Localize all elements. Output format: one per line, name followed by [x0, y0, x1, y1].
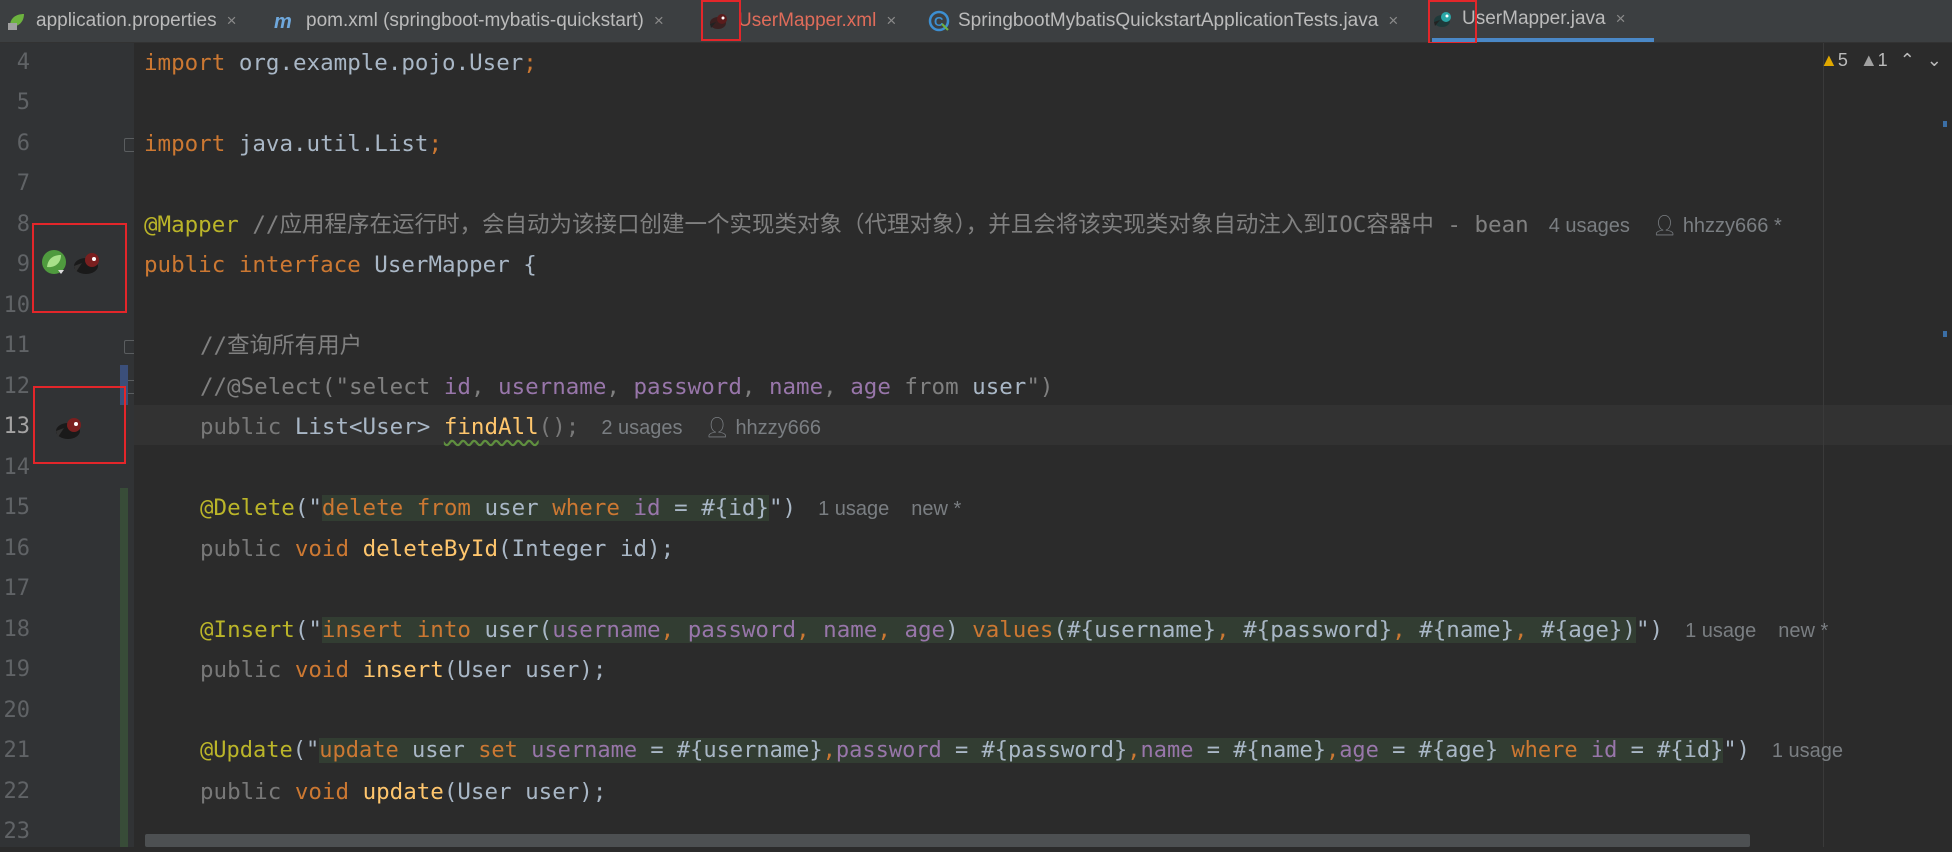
tab-application-properties[interactable]: application.properties × — [6, 0, 237, 42]
line-number: 21 — [3, 738, 31, 763]
code-line: @Insert("insert into user(username, pass… — [200, 617, 1829, 643]
scroll-marker — [1943, 331, 1947, 337]
line-number: 23 — [3, 819, 31, 844]
weak-warning-icon: ▲ — [1859, 50, 1878, 70]
line-number: 15 — [3, 495, 31, 520]
line-number: 12 — [3, 374, 31, 399]
spring-properties-icon — [6, 10, 28, 32]
line-number: 13 — [3, 414, 31, 439]
line-number: 8 — [16, 212, 30, 237]
line-number: 18 — [3, 617, 31, 642]
line-number: 11 — [3, 333, 31, 358]
line-number: 5 — [16, 90, 30, 115]
code-editor[interactable]: import org.example.pojo.User; import jav… — [134, 43, 1952, 847]
line-number: 19 — [3, 657, 31, 682]
horizontal-scrollbar[interactable] — [145, 834, 1750, 847]
tab-label: pom.xml (springboot-mybatis-quickstart) — [306, 10, 644, 31]
line-number: 17 — [3, 576, 31, 601]
close-icon[interactable]: × — [1388, 11, 1398, 31]
close-icon[interactable]: × — [1616, 9, 1626, 29]
tab-application-tests[interactable]: C SpringbootMybatisQuickstartApplication… — [928, 0, 1398, 42]
usages-hint[interactable]: 2 usages — [601, 417, 682, 439]
line-number: 10 — [3, 293, 31, 318]
line-number: 7 — [16, 171, 30, 196]
highlight-box — [32, 223, 127, 313]
code-line: //查询所有用户 — [200, 333, 363, 359]
svg-text:C: C — [934, 14, 944, 29]
editor-tab-bar: application.properties × m pom.xml (spri… — [0, 0, 1952, 43]
line-number: 6 — [16, 131, 30, 156]
tab-label: application.properties — [36, 10, 217, 31]
author-hint[interactable]: 👤︎ hhzzy666 — [704, 417, 821, 439]
code-line: //@Select("select id, username, password… — [200, 374, 1054, 400]
highlight-box — [1428, 0, 1477, 44]
tab-pom-xml[interactable]: m pom.xml (springboot-mybatis-quickstart… — [274, 0, 664, 42]
author-hint[interactable]: 👤︎ hhzzy666 * — [1652, 215, 1782, 237]
code-line: public void update(User user); — [200, 779, 607, 805]
method-name-findall[interactable]: findAll — [444, 414, 539, 440]
warning-count[interactable]: ▲5 — [1820, 50, 1848, 71]
line-number: 14 — [3, 455, 31, 480]
code-line: import org.example.pojo.User; — [144, 50, 537, 76]
highlight-box — [33, 386, 126, 464]
code-line: public void insert(User user); — [200, 657, 607, 683]
code-line: import java.util.List; — [144, 131, 443, 157]
tab-label: UserMapper.xml — [738, 10, 877, 31]
code-line: @Delete("delete from user where id = #{i… — [200, 495, 962, 521]
close-icon[interactable]: × — [886, 11, 896, 31]
usages-hint[interactable]: 4 usages — [1549, 215, 1630, 237]
code-line: @Update("update user set username = #{us… — [200, 738, 1844, 763]
java-test-class-icon: C — [928, 10, 950, 32]
code-line: public void deleteById(Integer id); — [200, 536, 675, 562]
line-number: 16 — [3, 536, 31, 561]
user-icon: 👤︎ — [704, 417, 730, 439]
code-line: public interface UserMapper { — [144, 252, 537, 278]
vcs-status-hint[interactable]: new * — [1778, 620, 1828, 642]
close-icon[interactable]: × — [227, 11, 237, 31]
line-number: 20 — [3, 698, 31, 723]
usages-hint[interactable]: 1 usage — [1685, 620, 1756, 642]
highlight-box — [701, 0, 741, 41]
vcs-status-hint[interactable]: new * — [911, 498, 961, 520]
tab-label: SpringbootMybatisQuickstartApplicationTe… — [958, 10, 1379, 31]
right-margin-guide — [1823, 43, 1824, 847]
usages-hint[interactable]: 1 usage — [1772, 740, 1843, 762]
close-icon[interactable]: × — [654, 11, 664, 31]
line-number: 9 — [16, 252, 30, 277]
usages-hint[interactable]: 1 usage — [818, 498, 889, 520]
line-number: 22 — [3, 779, 31, 804]
line-number: 4 — [16, 50, 30, 75]
vertical-scrollbar[interactable] — [1940, 43, 1952, 847]
change-marker — [120, 488, 128, 847]
weak-warning-count[interactable]: ▲1 — [1860, 50, 1888, 71]
svg-text:m: m — [274, 11, 292, 32]
code-line: public List<User> findAll(); 2 usages 👤︎ h… — [200, 414, 822, 440]
chevron-up-icon[interactable]: ⌃ — [1900, 50, 1915, 71]
tab-label: UserMapper.java — [1462, 8, 1606, 29]
inspections-widget[interactable]: ▲5 ▲1 ⌃ ⌄ — [1820, 50, 1942, 71]
warning-icon: ▲ — [1820, 50, 1838, 70]
maven-icon: m — [274, 10, 298, 33]
user-icon: 👤︎ — [1651, 215, 1678, 237]
code-line: @Mapper //应用程序在运行时，会自动为该接口创建一个实现类对象（代理对象… — [144, 212, 1782, 238]
scroll-marker — [1943, 121, 1947, 127]
